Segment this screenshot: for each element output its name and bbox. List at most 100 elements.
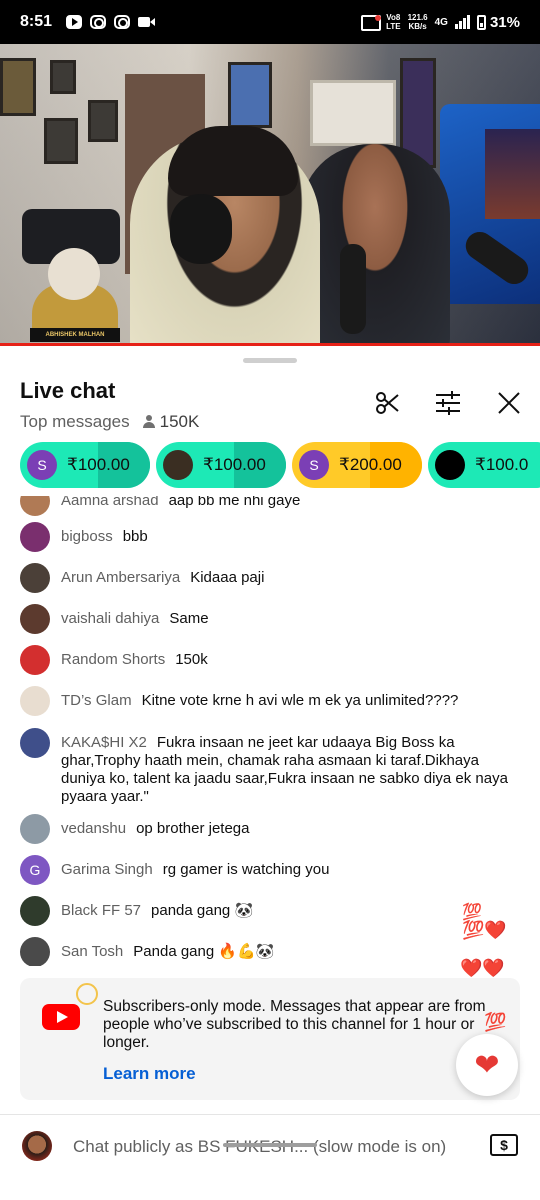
- chip-avatar: [163, 450, 193, 480]
- cast-icon: [361, 15, 382, 31]
- wall-poster: [228, 62, 272, 128]
- video-camera-icon: [138, 17, 156, 27]
- scissors-icon: [376, 392, 399, 414]
- author-avatar[interactable]: [20, 814, 50, 844]
- chip-amount: ₹100.00: [203, 455, 266, 474]
- wall-frame: [50, 60, 76, 94]
- chat-message[interactable]: Random Shorts 150k: [20, 645, 520, 675]
- reaction-100-icon: 💯: [462, 904, 482, 921]
- chat-message[interactable]: Aamna arshad aap bb me nhi gaye: [20, 496, 520, 516]
- reaction-100-heart-icon: 💯❤️: [462, 920, 507, 940]
- reaction-button[interactable]: ❤: [456, 1034, 518, 1096]
- chip-avatar: S: [27, 450, 57, 480]
- message-text: bbb: [122, 528, 148, 545]
- author-name: Garima Singh: [61, 861, 153, 878]
- chat-message[interactable]: G Garima Singh rg gamer is watching you: [20, 855, 520, 885]
- super-chat-chip[interactable]: ₹100.0: [428, 442, 540, 488]
- chair-poster: [485, 129, 540, 219]
- chat-settings-button[interactable]: [433, 388, 463, 418]
- instagram-notification-icon-2: [114, 15, 131, 29]
- reaction-100-icon-2: 💯: [484, 1012, 507, 1032]
- close-chat-button[interactable]: [494, 388, 524, 418]
- sliders-icon: [436, 391, 460, 415]
- video-player[interactable]: ABHISHEK MALHAN: [0, 44, 540, 346]
- chip-amount: ₹200.00: [339, 455, 402, 474]
- viewer-count: 150K: [159, 412, 200, 431]
- author-avatar[interactable]: [20, 522, 50, 552]
- super-chat-chip[interactable]: S ₹100.00: [20, 442, 150, 488]
- status-bar: 8:51 Vo8 LTE 121.6 KB/s 4G 31%: [0, 0, 540, 44]
- message-text: Panda gang 🔥💪🐼: [133, 943, 275, 960]
- learn-more-link[interactable]: Learn more: [103, 1064, 196, 1084]
- author-avatar[interactable]: [20, 645, 50, 675]
- chat-mode-label[interactable]: Top messages: [20, 412, 130, 432]
- chip-amount: ₹100.0: [475, 455, 529, 474]
- reaction-hearts-icon: ❤️❤️: [460, 958, 505, 978]
- status-time: 8:51: [20, 13, 53, 30]
- notification-icons: [66, 15, 156, 29]
- author-avatar[interactable]: [20, 728, 50, 758]
- author-name: TD’s Glam: [61, 692, 132, 709]
- chat-message-list[interactable]: Aamna arshad aap bb me nhi gaye bigboss bb…: [0, 496, 540, 966]
- message-text: op brother jetega: [136, 820, 250, 837]
- chat-message[interactable]: Arun Ambersariya Kidaaa paji: [20, 563, 520, 593]
- volte-indicator: Vo8 LTE: [386, 13, 401, 31]
- author-avatar[interactable]: [20, 563, 50, 593]
- network-speed: 121.6 KB/s: [407, 13, 428, 31]
- person-right: [300, 144, 450, 346]
- author-name: bigboss: [61, 528, 113, 545]
- wall-frame: [88, 100, 118, 142]
- chat-message[interactable]: San Tosh Panda gang 🔥💪🐼: [20, 937, 520, 966]
- author-avatar[interactable]: [20, 937, 50, 966]
- message-text: 150k: [175, 651, 208, 668]
- instagram-notification-icon: [90, 15, 107, 29]
- air-conditioner: [310, 80, 396, 146]
- message-text: rg gamer is watching you: [162, 861, 330, 878]
- super-chat-chip[interactable]: S ₹200.00: [292, 442, 422, 488]
- status-right: Vo8 LTE 121.6 KB/s 4G 31%: [361, 13, 520, 31]
- super-chat-chip[interactable]: ₹100.00: [156, 442, 286, 488]
- youtube-logo-icon: [42, 1004, 80, 1030]
- message-text: Kitne vote krne h avi wle m ek ya unlimi…: [141, 692, 459, 709]
- author-avatar[interactable]: [20, 686, 50, 716]
- close-icon: [498, 392, 520, 414]
- chat-message[interactable]: bigboss bbb: [20, 522, 520, 552]
- author-avatar[interactable]: G: [20, 855, 50, 885]
- headphones: [170, 194, 232, 264]
- contestant-badge-label: ABHISHEK MALHAN: [30, 328, 120, 342]
- drag-handle[interactable]: [243, 358, 297, 363]
- youtube-notification-icon: [66, 15, 83, 29]
- author-name: Aamna arshad: [61, 496, 159, 509]
- wall-frame: [44, 118, 78, 164]
- message-text: panda gang 🐼: [151, 902, 254, 919]
- user-avatar[interactable]: [22, 1131, 52, 1161]
- chat-message[interactable]: KAKA$HI X2 Fukra insaan ne jeet kar udaay…: [20, 728, 520, 806]
- chat-message[interactable]: vedanshu op brother jetega: [20, 814, 520, 844]
- network-type: 4G: [434, 16, 448, 28]
- clip-button[interactable]: [372, 388, 402, 418]
- author-avatar[interactable]: [20, 496, 50, 516]
- heart-icon: ❤: [474, 1048, 500, 1082]
- author-avatar[interactable]: [20, 896, 50, 926]
- signal-icon: [454, 15, 470, 29]
- chip-amount: ₹100.00: [67, 455, 130, 474]
- contestant-badge: ABHISHEK MALHAN: [22, 244, 126, 346]
- chat-input[interactable]: Chat publicly as BS FUKESH... (slow mode…: [73, 1137, 446, 1157]
- message-text: Kidaaa paji: [190, 569, 265, 586]
- live-chat-panel: Live chat Top messages 150K S ₹100.00 ₹1…: [0, 346, 540, 1200]
- author-name: vaishali dahiya: [61, 610, 160, 627]
- chat-message[interactable]: TD’s Glam Kitne vote krne h avi wle m ek …: [20, 686, 520, 716]
- message-text: aap bb me nhi gaye: [168, 496, 301, 509]
- gesture-nav-bar[interactable]: [223, 1143, 317, 1147]
- author-avatar[interactable]: [20, 604, 50, 634]
- chat-mode-row[interactable]: Top messages 150K: [20, 412, 199, 432]
- chip-avatar: S: [299, 450, 329, 480]
- chat-message[interactable]: vaishali dahiya Same: [20, 604, 520, 634]
- super-chat-ticker: S ₹100.00 ₹100.00 S ₹200.00 ₹100.0: [20, 442, 540, 488]
- subscribers-only-notice: Subscribers-only mode. Messages that app…: [20, 978, 520, 1100]
- ring-decoration: [76, 983, 98, 1005]
- super-chat-button[interactable]: $: [490, 1134, 518, 1156]
- chat-message[interactable]: Black FF 57 panda gang 🐼: [20, 896, 520, 926]
- battery-percent: 31%: [489, 13, 520, 31]
- author-name: Black FF 57: [61, 902, 142, 919]
